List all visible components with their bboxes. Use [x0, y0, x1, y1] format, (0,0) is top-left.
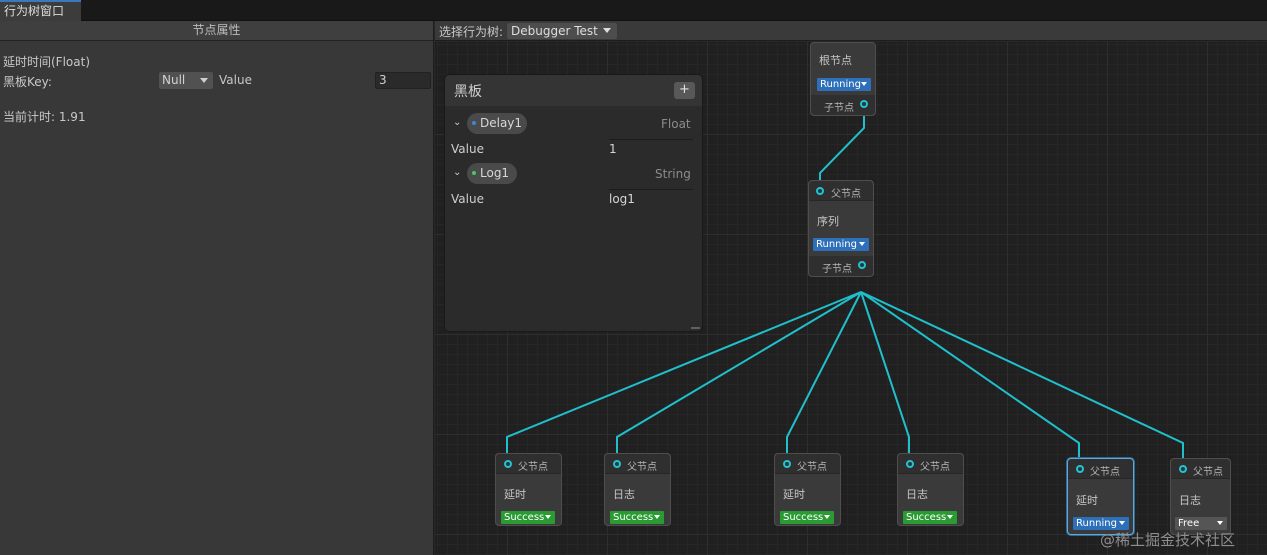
bb-entry-type: String: [655, 167, 691, 181]
parent-port-label: 父节点: [518, 462, 548, 473]
watermark: @稀土掘金技术社区: [1100, 531, 1236, 549]
node-input-bar: 父节点: [809, 181, 873, 201]
caret-down-icon: [1119, 521, 1125, 525]
panel-header: 节点属性: [0, 21, 433, 41]
bb-entry-value-input[interactable]: log1: [609, 189, 693, 206]
node-leaf[interactable]: 父节点 日志 Success: [604, 453, 671, 526]
blackboard-title: 黑板: [454, 84, 482, 100]
bb-key-value: Null: [162, 73, 186, 87]
caret-down-icon: [654, 515, 660, 519]
node-title: 日志: [906, 488, 928, 501]
blackboard-panel: 黑板 + ⌄ Delay1 Float Value 1 ⌄ Log1 Strin…: [444, 74, 703, 332]
node-output-bar: 子节点: [809, 256, 873, 276]
node-output-bar: 子节点: [811, 95, 875, 115]
caret-down-icon: [200, 78, 208, 83]
value-input[interactable]: 3: [375, 72, 431, 89]
selected-tree: Debugger Test: [511, 24, 598, 38]
bb-entry-type: Float: [661, 117, 691, 131]
node-input-bar: 父节点: [775, 454, 840, 474]
parent-port-icon[interactable]: [816, 187, 824, 195]
value-label: Value: [219, 73, 252, 87]
caret-down-icon: [545, 515, 551, 519]
caret-down-icon: [859, 242, 865, 246]
node-input-bar: 父节点: [1171, 459, 1230, 479]
parent-port-icon[interactable]: [1179, 465, 1187, 473]
parent-port-label: 父节点: [1090, 467, 1120, 478]
blackboard-header: 黑板 +: [445, 75, 702, 106]
bb-entry-name[interactable]: Delay1: [467, 113, 527, 134]
parent-port-icon[interactable]: [783, 460, 791, 468]
status-dropdown[interactable]: Running: [817, 78, 871, 91]
parent-port-icon[interactable]: [504, 460, 512, 468]
node-title: 日志: [1179, 494, 1201, 507]
node-title: 延时: [1076, 494, 1098, 507]
parent-port-label: 父节点: [627, 462, 657, 473]
tab-behavior-tree-window[interactable]: 行为树窗口: [0, 0, 81, 21]
caret-down-icon: [861, 82, 867, 86]
parent-port-label: 父节点: [920, 462, 950, 473]
caret-down-icon: [947, 515, 953, 519]
bb-entry-value-label: Value: [451, 192, 484, 206]
parent-port-label: 父节点: [797, 462, 827, 473]
node-title: 延时: [783, 488, 805, 501]
status-dropdown[interactable]: Success: [780, 511, 834, 524]
parent-port-icon[interactable]: [1076, 465, 1084, 473]
status-dropdown[interactable]: Success: [903, 511, 957, 524]
node-sequence[interactable]: 父节点 序列 Running 子节点: [808, 180, 874, 277]
timer-text: 当前计时: 1.91: [3, 110, 86, 124]
bb-entry-value-label: Value: [451, 142, 484, 156]
node-title: 日志: [613, 488, 635, 501]
node-leaf[interactable]: 父节点 延时 Success: [495, 453, 562, 526]
node-properties-panel: 节点属性 延时时间(Float) 黑板Key: Null Value 3 当前计…: [0, 21, 434, 555]
field-title: 延时时间(Float): [3, 55, 91, 69]
bb-type-dot-icon: [472, 121, 476, 125]
node-root[interactable]: 根节点 Running 子节点: [810, 42, 876, 116]
caret-down-icon: [603, 28, 611, 33]
bb-key-label: 黑板Key:: [3, 75, 52, 89]
node-input-bar: 父节点: [898, 454, 963, 474]
tree-select-label: 选择行为树:: [439, 25, 504, 39]
tree-select-dropdown[interactable]: Debugger Test: [507, 23, 617, 39]
add-variable-button[interactable]: +: [674, 82, 695, 99]
bb-key-dropdown[interactable]: Null: [159, 72, 213, 89]
node-title: 延时: [504, 488, 526, 501]
node-input-bar: 父节点: [496, 454, 561, 474]
node-leaf[interactable]: 父节点 延时 Success: [774, 453, 841, 526]
node-input-bar: 父节点: [605, 454, 670, 474]
node-leaf[interactable]: 父节点 日志 Free: [1170, 458, 1231, 535]
bb-entry-name[interactable]: Log1: [467, 163, 517, 184]
child-port-label: 子节点: [822, 264, 852, 275]
bb-entry-value-input[interactable]: 1: [609, 139, 693, 156]
caret-down-icon: [824, 515, 830, 519]
status-dropdown[interactable]: Success: [610, 511, 664, 524]
child-port-icon[interactable]: [858, 261, 866, 269]
graph-toolbar: 选择行为树: Debugger Test: [435, 21, 1267, 41]
chevron-down-icon[interactable]: ⌄: [453, 117, 461, 128]
node-title: 序列: [817, 215, 839, 228]
status-dropdown[interactable]: Running: [813, 238, 869, 251]
parent-port-label: 父节点: [1193, 467, 1223, 478]
resize-grip-icon[interactable]: [691, 327, 700, 329]
status-dropdown[interactable]: Success: [501, 511, 555, 524]
bb-type-dot-icon: [472, 171, 476, 175]
caret-down-icon: [1217, 521, 1223, 525]
child-port-label: 子节点: [824, 103, 854, 114]
node-leaf-selected[interactable]: 父节点 延时 Running: [1067, 458, 1134, 535]
node-title: 根节点: [819, 54, 852, 67]
chevron-down-icon[interactable]: ⌄: [453, 167, 461, 178]
node-input-bar: 父节点: [1068, 459, 1133, 479]
parent-port-label: 父节点: [831, 189, 861, 200]
child-port-icon[interactable]: [860, 100, 868, 108]
window-tab-bar: 行为树窗口: [0, 0, 1267, 21]
parent-port-icon[interactable]: [906, 460, 914, 468]
parent-port-icon[interactable]: [613, 460, 621, 468]
node-leaf[interactable]: 父节点 日志 Success: [897, 453, 964, 526]
